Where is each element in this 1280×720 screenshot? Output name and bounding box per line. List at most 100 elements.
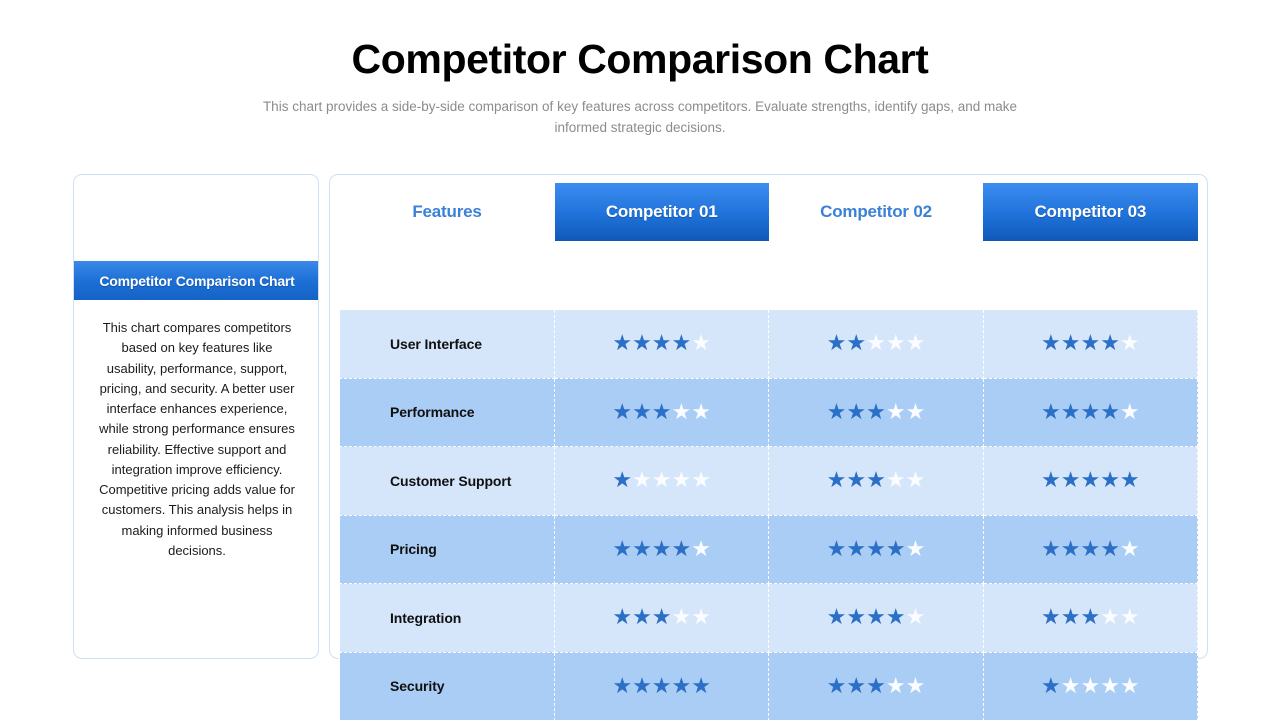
spacer-cell <box>339 240 1198 310</box>
star-empty-icon: ★ <box>1080 672 1101 698</box>
column-header-competitor-01[interactable]: Competitor 01 <box>554 183 769 241</box>
rating-cell-competitor-03: ★★★★★ <box>982 514 1199 584</box>
star-filled-icon: ★ <box>826 604 847 630</box>
star-filled-icon: ★ <box>885 604 906 630</box>
star-empty-icon: ★ <box>651 467 672 493</box>
star-filled-icon: ★ <box>632 535 652 561</box>
star-filled-icon: ★ <box>1100 535 1120 561</box>
star-filled-icon: ★ <box>1060 398 1081 424</box>
star-empty-icon: ★ <box>885 398 906 424</box>
star-empty-icon: ★ <box>905 398 926 424</box>
rating-cell-competitor-03: ★★★★★ <box>982 377 1199 447</box>
star-filled-icon: ★ <box>612 604 633 630</box>
star-filled-icon: ★ <box>866 467 886 493</box>
rating-cell-competitor-02: ★★★★★ <box>768 377 984 447</box>
star-filled-icon: ★ <box>846 467 867 493</box>
page-subtitle: This chart provides a side-by-side compa… <box>262 99 1018 136</box>
star-filled-icon: ★ <box>671 330 692 356</box>
rating-cell-competitor-01: ★★★★★ <box>553 514 770 584</box>
column-header-features[interactable]: Features <box>339 183 555 241</box>
star-filled-icon: ★ <box>1080 467 1101 493</box>
star-empty-icon: ★ <box>691 467 711 493</box>
rating-cell-competitor-02: ★★★★★ <box>768 514 984 584</box>
rating-cell-competitor-02: ★★★★★ <box>768 446 984 516</box>
rating-cell-competitor-03: ★★★★★ <box>982 446 1199 516</box>
star-empty-icon: ★ <box>905 467 926 493</box>
star-empty-icon: ★ <box>1100 672 1120 698</box>
star-rating: ★★★★★ <box>827 672 926 698</box>
star-empty-icon: ★ <box>866 330 886 356</box>
star-empty-icon: ★ <box>671 604 692 630</box>
star-rating: ★★★★★ <box>612 332 711 354</box>
star-filled-icon: ★ <box>1040 604 1061 630</box>
star-filled-icon: ★ <box>1040 535 1061 561</box>
table-header: Features Competitor 01 Competitor 02 Com… <box>339 183 1198 241</box>
rating-cell-competitor-03: ★★★★★ <box>982 651 1199 720</box>
summary-banner-title: Competitor Comparison Chart <box>99 272 295 289</box>
star-filled-icon: ★ <box>1100 398 1120 424</box>
star-filled-icon: ★ <box>885 535 906 561</box>
rating-cell-competitor-03: ★★★★★ <box>982 583 1199 653</box>
star-filled-icon: ★ <box>651 604 672 630</box>
star-empty-icon: ★ <box>1060 672 1081 698</box>
star-filled-icon: ★ <box>866 535 886 561</box>
star-filled-icon: ★ <box>866 604 886 630</box>
star-empty-icon: ★ <box>671 398 692 424</box>
star-filled-icon: ★ <box>651 535 672 561</box>
summary-banner: Competitor Comparison Chart <box>74 261 318 300</box>
star-filled-icon: ★ <box>1060 604 1081 630</box>
star-rating: ★★★★★ <box>827 469 926 491</box>
feature-label: Performance <box>339 377 555 447</box>
column-header-competitor-03[interactable]: Competitor 03 <box>983 183 1198 241</box>
star-filled-icon: ★ <box>866 672 886 698</box>
feature-label: Security <box>339 651 555 720</box>
star-filled-icon: ★ <box>846 604 867 630</box>
star-rating: ★★★★★ <box>827 332 926 354</box>
star-empty-icon: ★ <box>905 535 926 561</box>
star-empty-icon: ★ <box>1100 604 1120 630</box>
star-empty-icon: ★ <box>691 398 711 424</box>
star-rating: ★★★★★ <box>612 672 711 698</box>
star-empty-icon: ★ <box>905 604 926 630</box>
table-row: Pricing ★★★★★ ★★★★★ ★★★★★ <box>339 514 1199 584</box>
star-filled-icon: ★ <box>612 672 633 698</box>
star-filled-icon: ★ <box>1100 467 1120 493</box>
star-filled-icon: ★ <box>1040 330 1061 356</box>
star-empty-icon: ★ <box>885 672 906 698</box>
star-empty-icon: ★ <box>691 535 711 561</box>
summary-body-text: This chart compares competitors based on… <box>99 320 295 558</box>
rating-cell-competitor-01: ★★★★★ <box>553 651 770 720</box>
star-filled-icon: ★ <box>846 330 867 356</box>
star-filled-icon: ★ <box>651 672 672 698</box>
star-empty-icon: ★ <box>691 330 711 356</box>
star-filled-icon: ★ <box>846 535 867 561</box>
star-rating: ★★★★★ <box>827 606 926 628</box>
table-row: Integration ★★★★★ ★★★★★ ★★★★★ <box>339 583 1199 653</box>
star-rating: ★★★★★ <box>612 535 711 561</box>
column-header-competitor-02[interactable]: Competitor 02 <box>768 183 984 241</box>
star-filled-icon: ★ <box>826 398 847 424</box>
star-filled-icon: ★ <box>1060 330 1081 356</box>
star-rating: ★★★★★ <box>826 535 926 561</box>
rating-cell-competitor-01: ★★★★★ <box>553 583 770 653</box>
star-empty-icon: ★ <box>885 467 906 493</box>
star-filled-icon: ★ <box>866 398 886 424</box>
comparison-table: Features Competitor 01 Competitor 02 Com… <box>339 183 1199 720</box>
slide-header: Competitor Comparison Chart This chart p… <box>0 36 1280 139</box>
rating-cell-competitor-01: ★★★★★ <box>553 377 770 447</box>
star-rating: ★★★★★ <box>1041 672 1140 698</box>
star-rating: ★★★★★ <box>612 469 711 491</box>
star-empty-icon: ★ <box>1119 330 1140 356</box>
table-row: User Interface ★★★★★ ★★★★★ ★★★★★ <box>339 309 1199 379</box>
feature-label: Customer Support <box>339 446 555 516</box>
star-filled-icon: ★ <box>1119 467 1140 493</box>
star-rating: ★★★★★ <box>612 606 711 628</box>
star-empty-icon: ★ <box>1119 672 1140 698</box>
feature-label: Integration <box>339 583 555 653</box>
star-rating: ★★★★★ <box>1040 535 1140 561</box>
star-filled-icon: ★ <box>826 467 847 493</box>
star-rating: ★★★★★ <box>1041 606 1140 628</box>
star-filled-icon: ★ <box>826 535 847 561</box>
rating-cell-competitor-01: ★★★★★ <box>553 309 770 379</box>
star-filled-icon: ★ <box>612 330 633 356</box>
